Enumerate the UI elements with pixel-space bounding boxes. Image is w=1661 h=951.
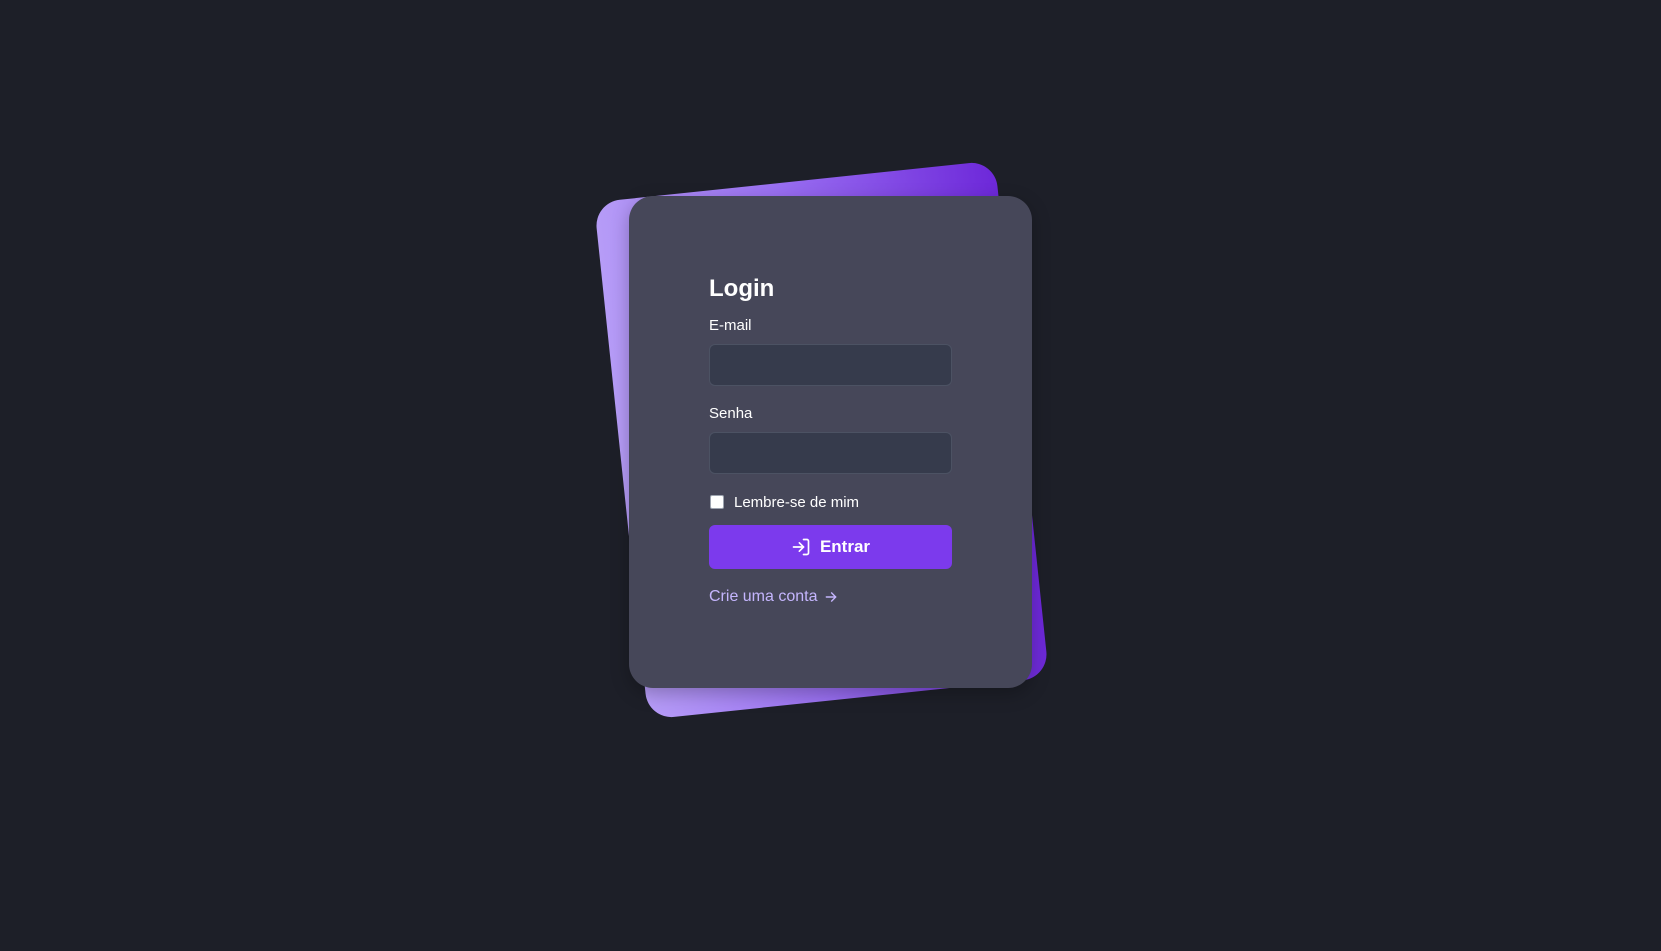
login-button[interactable]: Entrar — [709, 525, 952, 569]
login-arrow-icon — [791, 537, 811, 557]
login-title: Login — [709, 275, 775, 302]
remember-me-row[interactable]: Lembre-se de mim — [709, 492, 952, 512]
login-form: Login E-mail Senha Lembre-se de mim Entr… — [709, 274, 952, 606]
page: Login E-mail Senha Lembre-se de mim Entr… — [0, 0, 1661, 951]
login-card: Login E-mail Senha Lembre-se de mim Entr… — [629, 196, 1032, 688]
login-button-label: Entrar — [819, 537, 871, 556]
password-input[interactable] — [709, 432, 952, 474]
arrow-right-icon — [824, 590, 838, 604]
password-field-wrap — [709, 432, 952, 474]
email-input[interactable] — [709, 344, 952, 386]
remember-me-label[interactable]: Lembre-se de mim — [734, 494, 859, 511]
create-account-link[interactable]: Crie uma conta — [709, 588, 838, 606]
remember-me-checkbox[interactable] — [710, 495, 724, 509]
email-label: E-mail — [709, 317, 752, 334]
password-label: Senha — [709, 405, 753, 422]
create-account-label[interactable]: Crie uma conta — [709, 588, 818, 606]
email-field-wrap — [709, 344, 952, 386]
